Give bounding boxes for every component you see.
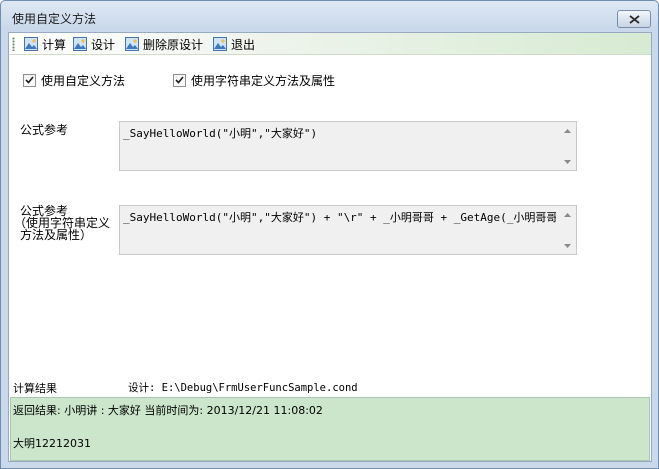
- design-label: 设计: [91, 37, 116, 52]
- result-line-1: 返回结果: 小明讲 : 大家好 当前时间为: 2013/12/21 11:08:…: [13, 404, 323, 417]
- checkmark-icon: [175, 76, 184, 84]
- close-button[interactable]: [617, 10, 651, 28]
- client-area: 计算 设计 删除原设计 退出 使用自定义方法 使用字符串定义方法及属性 公式参考…: [8, 32, 652, 462]
- formula-text: _SayHelloWorld("小明","大家好"): [123, 127, 318, 140]
- result-textbox[interactable]: 返回结果: 小明讲 : 大家好 当前时间为: 2013/12/21 11:08:…: [10, 397, 650, 461]
- formula-textbox[interactable]: _SayHelloWorld("小明","大家好"): [119, 121, 577, 171]
- status-row: 计算结果 设计: E:\Debug\FrmUserFuncSample.cond: [12, 380, 648, 395]
- window-title: 使用自定义方法: [12, 12, 97, 26]
- chevron-up-icon: [564, 212, 571, 217]
- calculate-button[interactable]: 计算: [24, 35, 66, 53]
- formula-scrollbar[interactable]: [559, 122, 576, 170]
- app-window: 使用自定义方法 计算 设计 删除原设计 退出 使用自定义方法 使用字符串定义方法…: [0, 0, 659, 469]
- chevron-up-icon: [564, 128, 571, 133]
- toolbar-grip[interactable]: [12, 37, 15, 51]
- image-icon: [73, 37, 87, 51]
- result-line-2: 大明12212031: [13, 437, 91, 450]
- scroll-down-button[interactable]: [559, 153, 576, 170]
- design-button[interactable]: 设计: [73, 35, 115, 53]
- formula-string-textbox[interactable]: _SayHelloWorld("小明","大家好") + "\r" + _小明哥…: [119, 205, 577, 255]
- image-icon: [213, 37, 227, 51]
- calculate-label: 计算: [42, 37, 67, 52]
- formula-reference-label: 公式参考: [20, 123, 69, 137]
- checkmark-icon: [25, 76, 34, 84]
- delete-design-button[interactable]: 删除原设计: [125, 35, 203, 53]
- use-custom-method-checkbox[interactable]: 使用自定义方法: [23, 72, 125, 88]
- toolbar: 计算 设计 删除原设计 退出: [9, 33, 651, 55]
- chevron-down-icon: [564, 159, 571, 164]
- title-bar: 使用自定义方法: [1, 1, 658, 31]
- scroll-up-button[interactable]: [559, 122, 576, 139]
- exit-button[interactable]: 退出: [213, 35, 255, 53]
- formula-string-scrollbar[interactable]: [559, 206, 576, 254]
- image-icon: [125, 37, 139, 51]
- scroll-down-button[interactable]: [559, 237, 576, 254]
- use-custom-method-label: 使用自定义方法: [41, 73, 126, 88]
- delete-design-label: 删除原设计: [143, 37, 204, 52]
- design-path: 设计: E:\Debug\FrmUserFuncSample.cond: [128, 382, 358, 394]
- image-icon: [24, 37, 38, 51]
- close-icon: [628, 14, 640, 24]
- exit-label: 退出: [231, 37, 256, 52]
- checkbox-box[interactable]: [173, 73, 186, 87]
- scroll-up-button[interactable]: [559, 206, 576, 223]
- use-string-method-label: 使用字符串定义方法及属性: [191, 73, 336, 88]
- use-string-method-checkbox[interactable]: 使用字符串定义方法及属性: [173, 72, 335, 88]
- checkbox-box[interactable]: [23, 73, 36, 87]
- result-label: 计算结果: [13, 382, 57, 395]
- formula-string-text: _SayHelloWorld("小明","大家好") + "\r" + _小明哥…: [123, 211, 556, 224]
- chevron-down-icon: [564, 243, 571, 248]
- formula-string-label-line3: 方法及属性）: [20, 228, 93, 242]
